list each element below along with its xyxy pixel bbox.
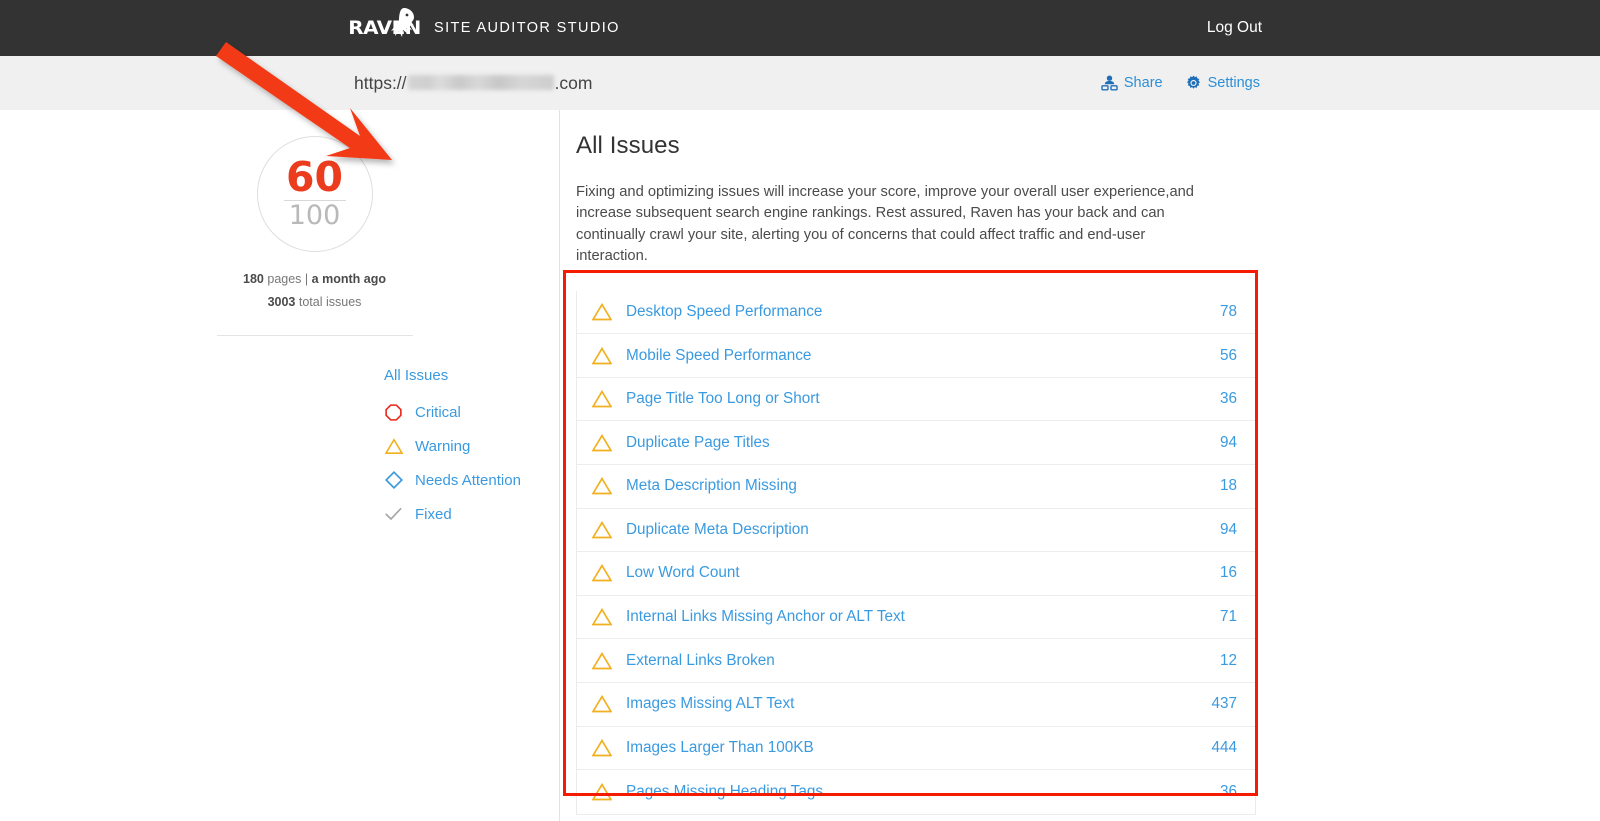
issue-count: 16: [1219, 564, 1237, 582]
brand: RAVEN SITE AUDITOR STUDIO: [348, 0, 620, 56]
issue-name[interactable]: Meta Description Missing: [626, 477, 1220, 495]
issue-name[interactable]: Images Missing ALT Text: [626, 695, 1211, 713]
site-url: https:// .com: [354, 73, 592, 94]
pages-count: 180: [243, 272, 264, 286]
triangle-icon: [591, 608, 613, 626]
issue-row[interactable]: Page Title Too Long or Short 36: [577, 378, 1255, 422]
issue-name[interactable]: Duplicate Meta Description: [626, 521, 1220, 539]
score-max: 100: [288, 200, 341, 231]
brand-title: SITE AUDITOR STUDIO: [434, 20, 620, 36]
sidebar-item-label: Warning: [415, 437, 471, 455]
issue-name[interactable]: Page Title Too Long or Short: [626, 390, 1220, 408]
issue-count: 36: [1219, 782, 1237, 800]
issue-count: 78: [1219, 302, 1237, 320]
share-person-icon: [1101, 75, 1118, 91]
issue-row[interactable]: Mobile Speed Performance 56: [577, 334, 1255, 378]
site-sub-header: https:// .com Share Settings: [0, 56, 1600, 110]
meta-separator: |: [304, 272, 309, 286]
issue-count: 56: [1219, 346, 1237, 364]
octagon-icon: [384, 403, 403, 422]
sidebar-item-warning[interactable]: Warning: [384, 429, 559, 463]
issue-row[interactable]: Internal Links Missing Anchor or ALT Tex…: [577, 596, 1255, 640]
issue-row[interactable]: Low Word Count 16: [577, 552, 1255, 596]
issue-row[interactable]: Meta Description Missing 18: [577, 465, 1255, 509]
issue-row[interactable]: Desktop Speed Performance 78: [577, 291, 1255, 335]
issue-count: 444: [1211, 738, 1237, 756]
triangle-icon: [591, 782, 613, 801]
url-suffix: .com: [554, 72, 593, 93]
issue-row[interactable]: Duplicate Meta Description 94: [577, 509, 1255, 553]
pages-label: pages: [267, 272, 302, 286]
settings-button[interactable]: Settings: [1185, 75, 1260, 92]
gear-icon: [1186, 75, 1200, 89]
page-title: All Issues: [576, 132, 680, 159]
page-description: Fixing and optimizing issues will increa…: [576, 184, 1194, 265]
top-navigation-bar: RAVEN SITE AUDITOR STUDIO Log Out: [0, 0, 1600, 56]
issue-name[interactable]: Duplicate Page Titles: [626, 434, 1220, 452]
sidebar-item-label: Fixed: [415, 505, 452, 523]
triangle-icon: [591, 390, 613, 408]
issue-row[interactable]: Duplicate Page Titles 94: [577, 421, 1255, 465]
share-label: Share: [1123, 75, 1163, 91]
crawl-time: a month ago: [311, 272, 386, 286]
triangle-icon: [591, 433, 613, 452]
score-circle: 60 100: [256, 136, 373, 252]
issue-count: 94: [1219, 433, 1237, 451]
issue-row[interactable]: Images Larger Than 100KB 444: [577, 727, 1255, 771]
issues-list: Desktop Speed Performance 78 Mobile Speed …: [576, 290, 1256, 815]
triangle-icon: [591, 738, 613, 757]
main-layout: 60 100 180 pages | a month ago 3003 tota…: [0, 110, 1600, 821]
triangle-icon: [591, 564, 613, 582]
issue-count: 94: [1219, 520, 1237, 538]
issue-row[interactable]: Pages Missing Heading Tags 36: [577, 770, 1255, 814]
triangle-icon: [591, 346, 613, 365]
issue-name[interactable]: External Links Broken: [626, 652, 1220, 670]
issue-name[interactable]: Low Word Count: [626, 564, 1220, 582]
settings-label: Settings: [1207, 75, 1260, 91]
sidebar-item-label: Needs Attention: [415, 471, 521, 489]
url-redacted-domain: [407, 74, 554, 90]
score-block: 60 100 180 pages | a month ago 3003 tota…: [0, 136, 559, 309]
issue-count: 36: [1219, 390, 1237, 408]
issue-name[interactable]: Internal Links Missing Anchor or ALT Tex…: [626, 608, 1220, 626]
issue-row[interactable]: External Links Broken 12: [577, 639, 1255, 683]
total-issues-label: total issues: [298, 295, 362, 309]
diamond-icon: [384, 471, 403, 490]
issue-name[interactable]: Pages Missing Heading Tags: [626, 783, 1220, 801]
total-issues-meta: 3003 total issues: [268, 295, 362, 309]
triangle-icon: [591, 302, 613, 321]
issue-count: 71: [1219, 608, 1237, 626]
sub-header-actions: Share Settings: [1101, 75, 1260, 92]
sidebar-item-critical[interactable]: Critical: [384, 395, 559, 429]
logout-button[interactable]: Log Out: [1207, 19, 1262, 37]
content-panel: All Issues Fixing and optimizing issues …: [560, 110, 1600, 821]
sidebar-item-all-issues[interactable]: All Issues: [384, 358, 559, 392]
issue-row[interactable]: Images Missing ALT Text 437: [577, 683, 1255, 727]
sidebar-item-needs-attention[interactable]: Needs Attention: [384, 463, 559, 497]
share-button[interactable]: Share: [1101, 75, 1163, 91]
total-issues-count: 3003: [267, 295, 296, 309]
triangle-icon: [591, 651, 613, 670]
triangle-icon: [591, 477, 613, 495]
sidebar-item-fixed[interactable]: Fixed: [384, 497, 559, 531]
issue-filter-list: All Issues Critical Warning Needs Attent…: [0, 336, 559, 531]
sidebar-item-label: All Issues: [384, 366, 449, 384]
triangle-icon: [591, 695, 613, 713]
score-value: 60: [285, 152, 344, 201]
issue-name[interactable]: Desktop Speed Performance: [626, 303, 1220, 321]
triangle-icon: [591, 520, 613, 539]
issue-count: 18: [1219, 477, 1237, 495]
issue-count: 12: [1219, 651, 1237, 669]
sidebar: 60 100 180 pages | a month ago 3003 tota…: [0, 110, 560, 821]
check-icon: [384, 505, 403, 524]
sidebar-item-label: Critical: [415, 403, 461, 421]
raven-bird-icon: [391, 8, 414, 37]
url-prefix: https://: [354, 72, 407, 93]
raven-logo[interactable]: RAVEN: [348, 8, 421, 45]
issue-count: 437: [1211, 695, 1237, 713]
issue-name[interactable]: Images Larger Than 100KB: [626, 739, 1211, 757]
triangle-icon: [384, 437, 403, 456]
issue-name[interactable]: Mobile Speed Performance: [626, 347, 1220, 365]
crawl-meta: 180 pages | a month ago: [243, 272, 386, 286]
